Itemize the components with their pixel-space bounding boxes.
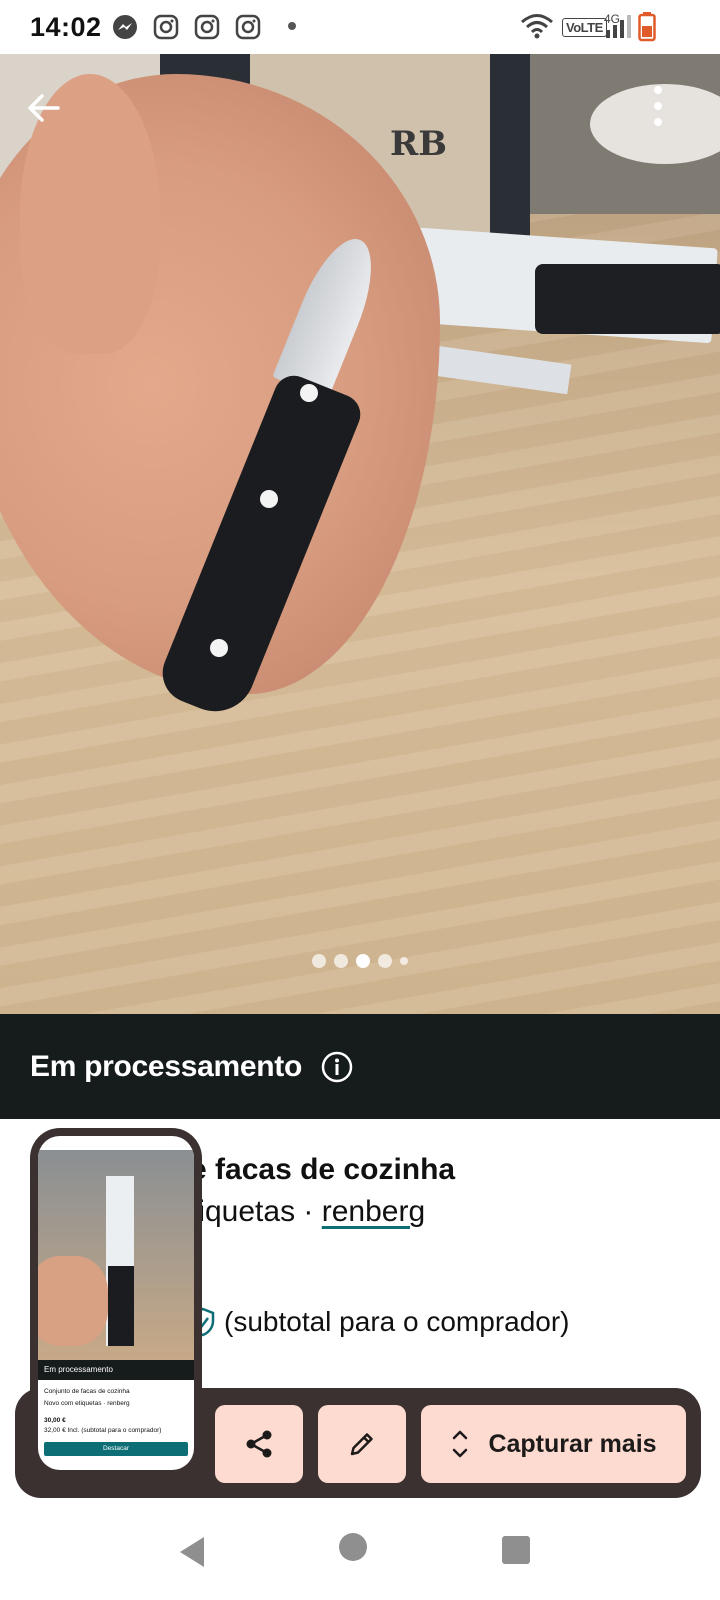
thumbnail-price-incl: 32,00 € Incl. (subtotal para o comprador…	[44, 1427, 162, 1434]
back-arrow-icon[interactable]	[24, 88, 64, 128]
nav-recent-icon[interactable]	[502, 1536, 530, 1564]
pencil-icon	[350, 1433, 373, 1456]
more-vertical-icon[interactable]	[652, 84, 664, 128]
page-dot	[378, 954, 392, 968]
thumbnail-price: 30,00 €	[44, 1417, 66, 1424]
share-icon	[246, 1430, 272, 1458]
messenger-icon	[113, 15, 137, 39]
battery-icon	[638, 12, 656, 42]
screenshot-thumbnail[interactable]: Em processamento Conjunto de facas de co…	[30, 1128, 202, 1478]
instagram-icon	[235, 14, 261, 40]
notification-dot-icon	[288, 22, 296, 30]
wifi-icon	[521, 14, 553, 39]
nav-back-icon[interactable]	[176, 1535, 206, 1569]
brand-link[interactable]: renberg	[322, 1195, 425, 1228]
knife-rivet	[300, 384, 318, 402]
status-time: 14:02	[30, 12, 102, 42]
signal-icon	[606, 15, 631, 38]
instagram-icon	[194, 14, 220, 40]
thumbnail-processing: Em processamento	[38, 1360, 194, 1380]
brand-logo: RB	[390, 124, 447, 164]
instagram-icon	[153, 14, 179, 40]
expand-vertical-icon	[453, 1430, 468, 1458]
thumbnail-hand	[38, 1256, 108, 1346]
knife-rivet	[260, 490, 278, 508]
page-dot	[400, 957, 408, 965]
processing-label: Em processamento	[30, 1049, 302, 1083]
capture-more-button[interactable]: Capturar mais	[421, 1405, 686, 1483]
status-bar: 14:02 VoLTE 4G	[0, 0, 720, 54]
buyer-price-line: (subtotal para o comprador)	[190, 1306, 570, 1338]
product-photo[interactable]: RB	[0, 54, 720, 1014]
thumbnail-title: Conjunto de facas de cozinha	[44, 1388, 130, 1395]
knife-rivet	[210, 639, 228, 657]
page-dot	[334, 954, 348, 968]
share-button[interactable]	[215, 1405, 303, 1483]
condition-text: tiquetas ·	[190, 1195, 322, 1228]
page-dot	[312, 954, 326, 968]
thumbnail-screen: Em processamento Conjunto de facas de co…	[38, 1136, 194, 1470]
page-indicator	[0, 954, 720, 968]
price-note: (subtotal para o comprador)	[224, 1306, 570, 1337]
processing-banner: Em processamento	[0, 1014, 720, 1119]
edit-button[interactable]	[318, 1405, 406, 1483]
thumbnail-knife-handle	[108, 1266, 134, 1346]
nav-home-icon[interactable]	[338, 1532, 368, 1562]
thumbnail-highlight-button: Destacar	[44, 1442, 188, 1456]
listing-title: e facas de cozinha	[190, 1153, 456, 1186]
knife-handle-set	[535, 264, 720, 334]
volte-badge: VoLTE	[562, 18, 607, 37]
page-dot-active	[356, 954, 370, 968]
thumbnail-condition: Novo com etiquetas · renberg	[44, 1400, 130, 1407]
info-icon[interactable]	[320, 1050, 354, 1084]
capture-more-label: Capturar mais	[488, 1429, 657, 1458]
listing-condition: tiquetas · renberg	[190, 1195, 425, 1229]
